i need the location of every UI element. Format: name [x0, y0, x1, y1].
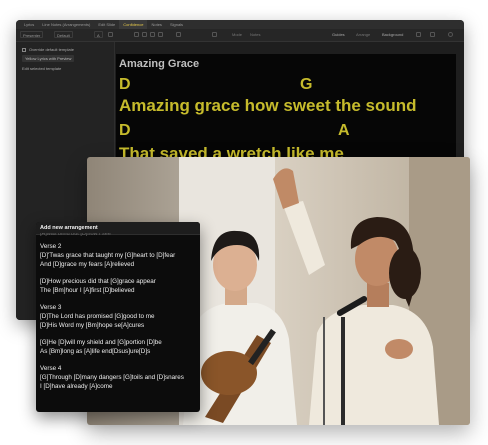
image-icon[interactable]	[430, 32, 435, 37]
tab-signals[interactable]: Signals	[166, 20, 187, 29]
section-label: Verse 2	[40, 243, 62, 250]
template-select[interactable]: Yellow Lyrics with Preview	[22, 55, 75, 62]
override-template-row[interactable]: Override default template	[22, 47, 74, 52]
scrolled-lyric-line: [A]was blind but [D]now I see	[40, 233, 111, 237]
lyric-line: [D]The Lord has promised [G]good to me	[40, 313, 155, 320]
underline-icon[interactable]	[150, 32, 155, 37]
list-icon[interactable]	[176, 32, 181, 37]
override-label: Override default template	[29, 47, 74, 52]
chord-label: G	[300, 76, 313, 93]
stanza-block: [D]How precious did that [G]grace appear…	[40, 277, 198, 295]
tab-edit-slide[interactable]: Edit Slide	[94, 20, 119, 29]
italic-icon[interactable]	[142, 32, 147, 37]
lyric-line: [G]Through [D]many dangers [G]toils and …	[40, 374, 184, 381]
strikethrough-icon[interactable]	[158, 32, 163, 37]
tab-confidence[interactable]: Confidence	[119, 20, 148, 29]
stanza-block: Verse 3 [D]The Lord has promised [G]good…	[40, 303, 198, 330]
tab-lyrics[interactable]: Lyrics	[20, 20, 38, 29]
arrangement-lyrics[interactable]: Verse 2 [D]'Twas grace that taught my [G…	[40, 242, 198, 391]
refresh-icon[interactable]	[448, 32, 453, 37]
tab-strip: Lyrics Line Notes (Arrangements) Edit Sl…	[16, 20, 464, 29]
guides-button[interactable]: Guides	[332, 31, 345, 38]
lyric-line: As [Bm]long as [A]life end[Dsus]ure[D]s	[40, 348, 151, 355]
lyric-line: [D]His Word my [Bm]hope se[A]cures	[40, 322, 145, 329]
override-checkbox[interactable]	[22, 47, 26, 52]
bold-icon[interactable]	[134, 32, 139, 37]
notes-label[interactable]: Notes	[250, 31, 260, 38]
mode-label[interactable]: Mode	[232, 31, 242, 38]
lyric-line: [D]'Twas grace that taught my [G]heart t…	[40, 252, 176, 259]
presenter-dropdown[interactable]: Presenter	[20, 31, 44, 38]
lyric-line: I [D]have already [A]come	[40, 383, 113, 390]
grid-icon[interactable]	[416, 32, 421, 37]
chord-label: A	[338, 122, 350, 139]
stanza-block: [G]He [D]will my shield and [G]portion […	[40, 338, 198, 356]
chord-label: D	[119, 122, 131, 139]
lyric-line: The [Bm]hour I [A]first [D]believed	[40, 287, 135, 294]
stanza-block: Verse 4 [G]Through [D]many dangers [G]to…	[40, 364, 198, 391]
stanza-block: Verse 2 [D]'Twas grace that taught my [G…	[40, 242, 198, 269]
lyric-line: Amazing grace how sweet the sound	[119, 96, 417, 115]
font-size-button[interactable]: A	[94, 31, 103, 38]
section-label: Verse 4	[40, 365, 62, 372]
section-label: Verse 3	[40, 304, 62, 311]
color-picker-icon[interactable]	[212, 32, 217, 37]
tab-notes[interactable]: Notes	[147, 20, 165, 29]
edit-template-link[interactable]: Edit selected template	[22, 66, 61, 71]
background-button[interactable]: Background	[382, 31, 403, 38]
chord-label: D	[119, 76, 131, 93]
lyric-line: And [D]grace my fears [A]relieved	[40, 261, 135, 268]
text-align-icon[interactable]	[108, 32, 113, 37]
tab-line-notes[interactable]: Line Notes (Arrangements)	[38, 20, 94, 29]
lyric-line: [G]He [D]will my shield and [G]portion […	[40, 339, 162, 346]
editor-toolbar: Presenter Default A Mode Notes Guides Ar…	[16, 29, 464, 42]
lyric-line: [D]How precious did that [G]grace appear	[40, 278, 156, 285]
add-arrangement-panel: Add new arrangement [A]was blind but [D]…	[36, 222, 200, 412]
default-dropdown[interactable]: Default	[54, 31, 73, 38]
arrange-button[interactable]: Arrange	[356, 31, 370, 38]
slide-title: Amazing Grace	[119, 58, 200, 70]
